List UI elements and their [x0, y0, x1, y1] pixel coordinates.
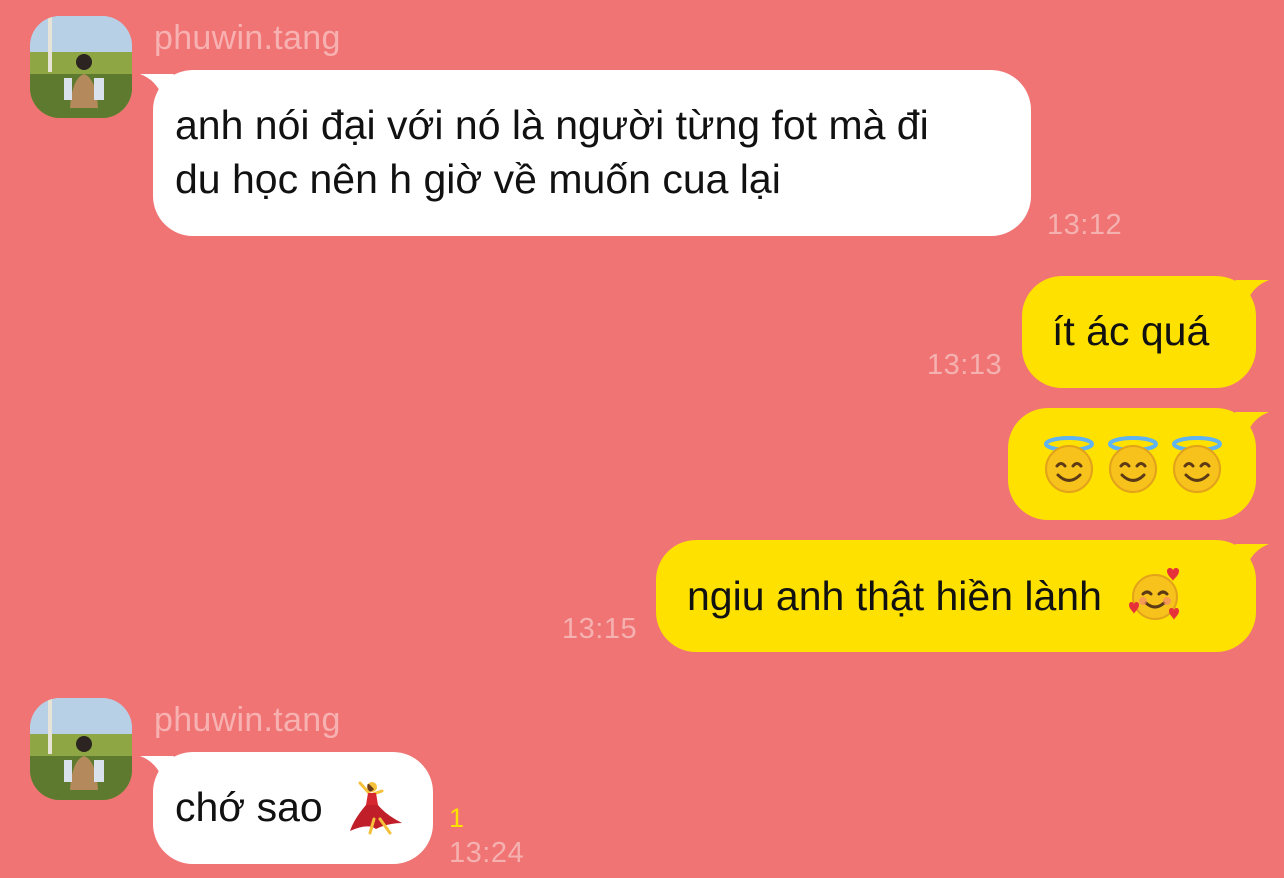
incoming-message-bubble[interactable]: chớ sao [140, 752, 433, 864]
profile-photo-icon [30, 16, 132, 118]
outgoing-message-bubble[interactable]: ngiu anh thật hiền lành [656, 540, 1269, 652]
smiling-face-with-hearts-icon [1129, 568, 1180, 621]
bubble-tail-icon [140, 756, 174, 778]
message-timestamp: 13:13 [927, 349, 1003, 381]
message-timestamp: 13:12 [1047, 209, 1123, 241]
chat-conversation[interactable]: phuwin.tang anh nói đại với nó là người … [0, 0, 1284, 878]
message-text: ngiu anh thật hiền lành [687, 573, 1102, 619]
smiling-face-with-halo-icon [1172, 436, 1222, 493]
smiling-face-with-halo-icon [1044, 436, 1094, 493]
sender-name: phuwin.tang [154, 701, 341, 739]
message-text: ít ác quá [1052, 308, 1210, 354]
sender-name: phuwin.tang [154, 19, 341, 57]
message-text: chớ sao [175, 784, 323, 830]
message-text-line: anh nói đại với nó là người từng fot mà … [175, 102, 929, 148]
woman-dancing-icon [350, 781, 403, 835]
message-timestamp: 13:15 [562, 613, 638, 645]
message-text-line: du học nên h giờ về muốn cua lại [175, 156, 781, 202]
message-timestamp: 13:24 [449, 837, 525, 869]
bubble-tail-icon [140, 74, 174, 96]
sender-avatar[interactable] [30, 698, 132, 800]
smiling-face-with-halo-icon [1108, 436, 1158, 493]
sender-avatar[interactable] [30, 16, 132, 118]
bubble-tail-icon [1235, 412, 1269, 434]
unread-count-indicator: 1 [449, 803, 465, 833]
outgoing-message-bubble[interactable]: ít ác quá [1022, 276, 1269, 388]
profile-photo-icon [30, 698, 132, 800]
outgoing-emoji-bubble[interactable] [1008, 408, 1269, 520]
bubble-tail-icon [1235, 280, 1269, 302]
incoming-message-bubble[interactable]: anh nói đại với nó là người từng fot mà … [140, 70, 1031, 236]
bubble-tail-icon [1235, 544, 1269, 566]
